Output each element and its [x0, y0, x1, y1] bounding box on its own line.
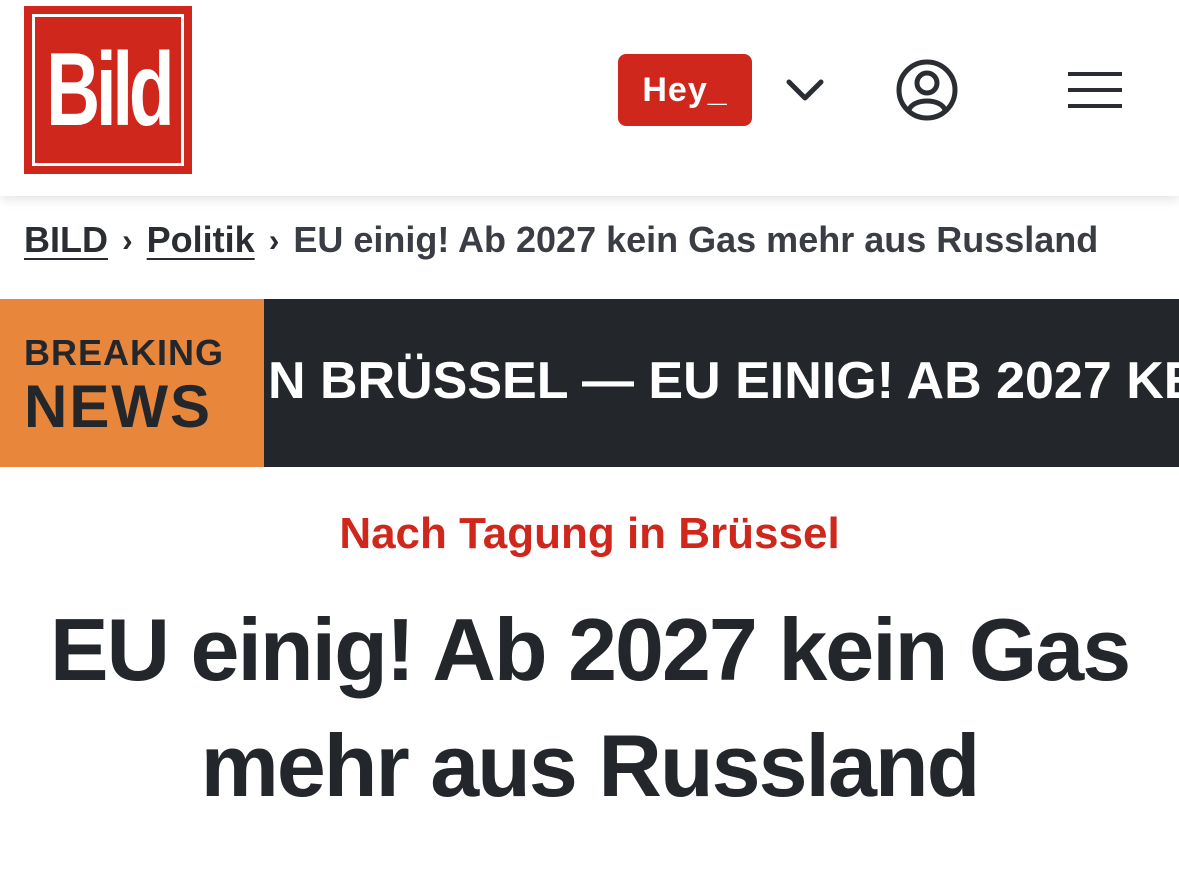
news-label: NEWS — [24, 373, 212, 440]
article-headline: EU einig! Ab 2027 kein Gas mehr aus Russ… — [49, 600, 1131, 815]
breadcrumb-link-bild[interactable]: BILD — [24, 219, 108, 261]
breadcrumb-link-politik[interactable]: Politik — [147, 219, 255, 261]
breadcrumb: BILD › Politik › EU einig! Ab 2027 kein … — [24, 212, 1098, 268]
site-header: Bild Hey_ — [0, 0, 1179, 196]
breadcrumb-separator: › — [122, 221, 133, 258]
hey-button[interactable]: Hey_ — [618, 54, 752, 126]
breadcrumb-separator: › — [268, 221, 280, 258]
logo-text: Bild — [45, 32, 174, 148]
breaking-label: BREAKING — [24, 332, 225, 373]
ticker-text: N BRÜSSEL — EU EINIG! AB 2027 KEIN G — [268, 352, 1179, 410]
user-profile-icon[interactable] — [895, 58, 959, 122]
breadcrumb-current: EU einig! Ab 2027 kein Gas mehr aus Russ… — [293, 219, 1099, 260]
chevron-down-icon[interactable] — [784, 72, 826, 108]
bild-logo[interactable]: Bild — [24, 6, 192, 174]
article-kicker: Nach Tagung in Brüssel — [339, 509, 840, 558]
hamburger-menu-icon[interactable] — [1066, 70, 1124, 110]
breaking-news-badge: BREAKING NEWS — [0, 299, 264, 467]
breaking-news-ticker[interactable]: BREAKING NEWS N BRÜSSEL — EU EINIG! AB 2… — [0, 299, 1179, 467]
